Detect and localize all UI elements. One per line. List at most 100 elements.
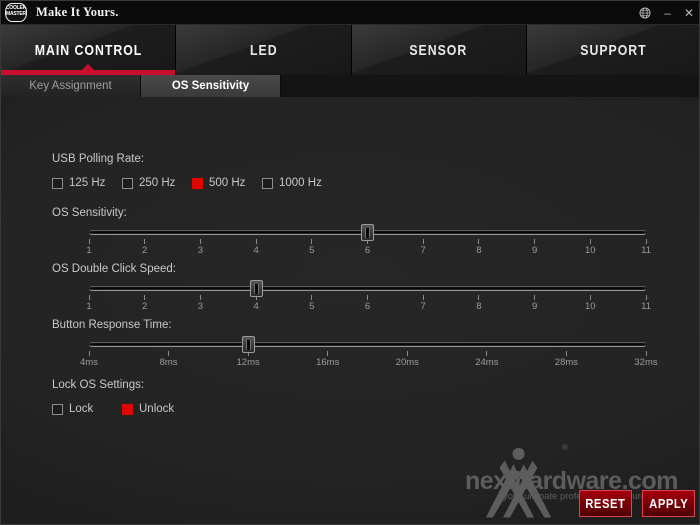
slider-tick-label: 9 (531, 301, 538, 312)
button-response-time-slider[interactable]: 4ms 8ms 12ms 16ms 20ms 24ms 28ms 32ms (80, 336, 658, 374)
lock-option-lock[interactable]: Lock (52, 403, 122, 415)
globe-icon[interactable] (639, 7, 651, 19)
tab-main-control[interactable]: MAIN CONTROL (1, 25, 177, 75)
slider-tick-label: 11 (641, 301, 651, 312)
title-bar: COOLER MASTER Make It Yours. – ✕ (1, 1, 699, 25)
checkbox-250hz[interactable] (122, 177, 133, 189)
os-sensitivity-label: OS Sensitivity: (52, 207, 127, 219)
tab-label: SUPPORT (580, 41, 648, 59)
slider-track[interactable] (89, 286, 646, 291)
os-sensitivity-slider[interactable]: 1 2 3 4 5 6 7 8 9 10 11 (86, 224, 651, 262)
slider-tick-label: 5 (309, 245, 315, 256)
button-response-time-label: Button Response Time: (52, 319, 172, 331)
usb-polling-option-1000hz[interactable]: 1000 Hz (262, 177, 322, 189)
usb-polling-option-250hz[interactable]: 250 Hz (122, 177, 192, 189)
slider-tick (645, 351, 647, 356)
slider-tick (327, 351, 329, 356)
checkbox-125hz[interactable] (52, 177, 63, 189)
checkbox-label: 500 Hz (209, 177, 246, 189)
slider-tick-label: 16ms (316, 357, 340, 368)
os-sensitivity-section: OS Sensitivity: (52, 207, 127, 219)
slider-tick (88, 295, 90, 300)
sub-tab-bar: Key Assignment OS Sensitivity (1, 75, 699, 97)
lock-os-settings-section: Lock OS Settings: Lock Unlock (52, 379, 174, 415)
slider-tick-label: 32ms (634, 357, 658, 368)
button-response-time-handle[interactable] (241, 336, 255, 353)
content-panel: USB Polling Rate: 125 Hz 250 Hz 500 Hz 1… (1, 97, 699, 524)
active-tab-arrow-icon (82, 64, 95, 70)
reset-button-label: RESET (585, 496, 626, 511)
slider-tick (486, 351, 488, 356)
slider-tick-label: 5 (309, 301, 315, 312)
checkbox-unlock[interactable] (122, 403, 133, 415)
slider-track[interactable] (89, 342, 646, 347)
apply-button-label: APPLY (648, 496, 689, 511)
reset-button[interactable]: RESET (579, 490, 632, 517)
logo-text-line2: MASTER (6, 11, 26, 17)
slider-tick (645, 239, 647, 244)
slider-tick-label: 2 (142, 245, 148, 256)
checkbox-lock[interactable] (52, 403, 63, 415)
slider-tick-label: 4 (253, 245, 259, 256)
application-window: COOLER MASTER Make It Yours. – ✕ MAIN CO… (0, 0, 700, 525)
checkbox-1000hz[interactable] (262, 177, 273, 189)
lock-option-unlock[interactable]: Unlock (122, 403, 174, 415)
slider-tick-label: 24ms (475, 357, 499, 368)
slider-tick (144, 295, 146, 300)
subtab-label: OS Sensitivity (171, 80, 250, 92)
button-response-time-section: Button Response Time: (52, 319, 172, 331)
app-title: Make It Yours. (36, 5, 119, 19)
slider-tick (199, 295, 201, 300)
tab-label: LED (249, 41, 278, 59)
slider-tick-label: 11 (641, 245, 651, 256)
main-tab-bar: MAIN CONTROL LED SENSOR SUPPORT (1, 25, 699, 75)
checkbox-label: 1000 Hz (279, 177, 322, 189)
slider-tick (168, 351, 170, 356)
lock-os-settings-options: Lock Unlock (52, 403, 174, 415)
slider-tick (589, 239, 591, 244)
slider-tick-label: 2 (142, 301, 148, 312)
tab-sensor[interactable]: SENSOR (351, 25, 527, 75)
slider-tick (645, 295, 647, 300)
slider-tick (199, 239, 201, 244)
usb-polling-rate-section: USB Polling Rate: 125 Hz 250 Hz 500 Hz 1… (52, 153, 322, 189)
slider-tick (422, 295, 424, 300)
checkbox-label: 250 Hz (139, 177, 176, 189)
checkbox-label: 125 Hz (69, 177, 106, 189)
slider-tick-label: 20ms (395, 357, 419, 368)
os-double-click-speed-label: OS Double Click Speed: (52, 263, 177, 275)
slider-tick-label: 6 (364, 245, 371, 256)
subtab-key-assignment[interactable]: Key Assignment (1, 75, 141, 97)
slider-tick (311, 295, 313, 300)
usb-polling-rate-label: USB Polling Rate: (52, 153, 145, 165)
minimize-button[interactable]: – (664, 7, 671, 19)
lock-os-settings-label: Lock OS Settings: (52, 379, 145, 391)
checkbox-500hz[interactable] (192, 177, 203, 189)
tab-support[interactable]: SUPPORT (526, 25, 699, 75)
slider-tick-label: 4 (253, 301, 259, 312)
usb-polling-option-125hz[interactable]: 125 Hz (52, 177, 122, 189)
slider-tick (534, 295, 536, 300)
os-double-click-speed-slider[interactable]: 1 2 3 4 5 6 7 8 9 10 11 (86, 280, 651, 318)
usb-polling-option-500hz[interactable]: 500 Hz (192, 177, 262, 189)
slider-tick (589, 295, 591, 300)
sub-tab-filler (281, 75, 699, 97)
slider-tick-label: 7 (420, 245, 426, 256)
close-button[interactable]: ✕ (684, 7, 694, 19)
slider-tick (144, 239, 146, 244)
cooler-master-logo-icon: COOLER MASTER (5, 3, 27, 22)
tab-led[interactable]: LED (176, 25, 352, 75)
subtab-label: Key Assignment (29, 80, 112, 92)
tab-label: MAIN CONTROL (34, 41, 142, 59)
slider-tick-label: 8 (476, 301, 482, 312)
slider-tick (367, 295, 368, 300)
window-controls: – ✕ (639, 7, 694, 19)
os-double-click-speed-handle[interactable] (249, 280, 263, 297)
apply-button[interactable]: APPLY (642, 490, 695, 517)
os-sensitivity-handle[interactable] (361, 224, 374, 241)
slider-tick-label: 7 (420, 301, 426, 312)
slider-tick-label: 6 (364, 301, 371, 312)
slider-tick-label: 28ms (554, 357, 579, 368)
subtab-os-sensitivity[interactable]: OS Sensitivity (141, 75, 281, 97)
slider-tick (565, 351, 567, 356)
